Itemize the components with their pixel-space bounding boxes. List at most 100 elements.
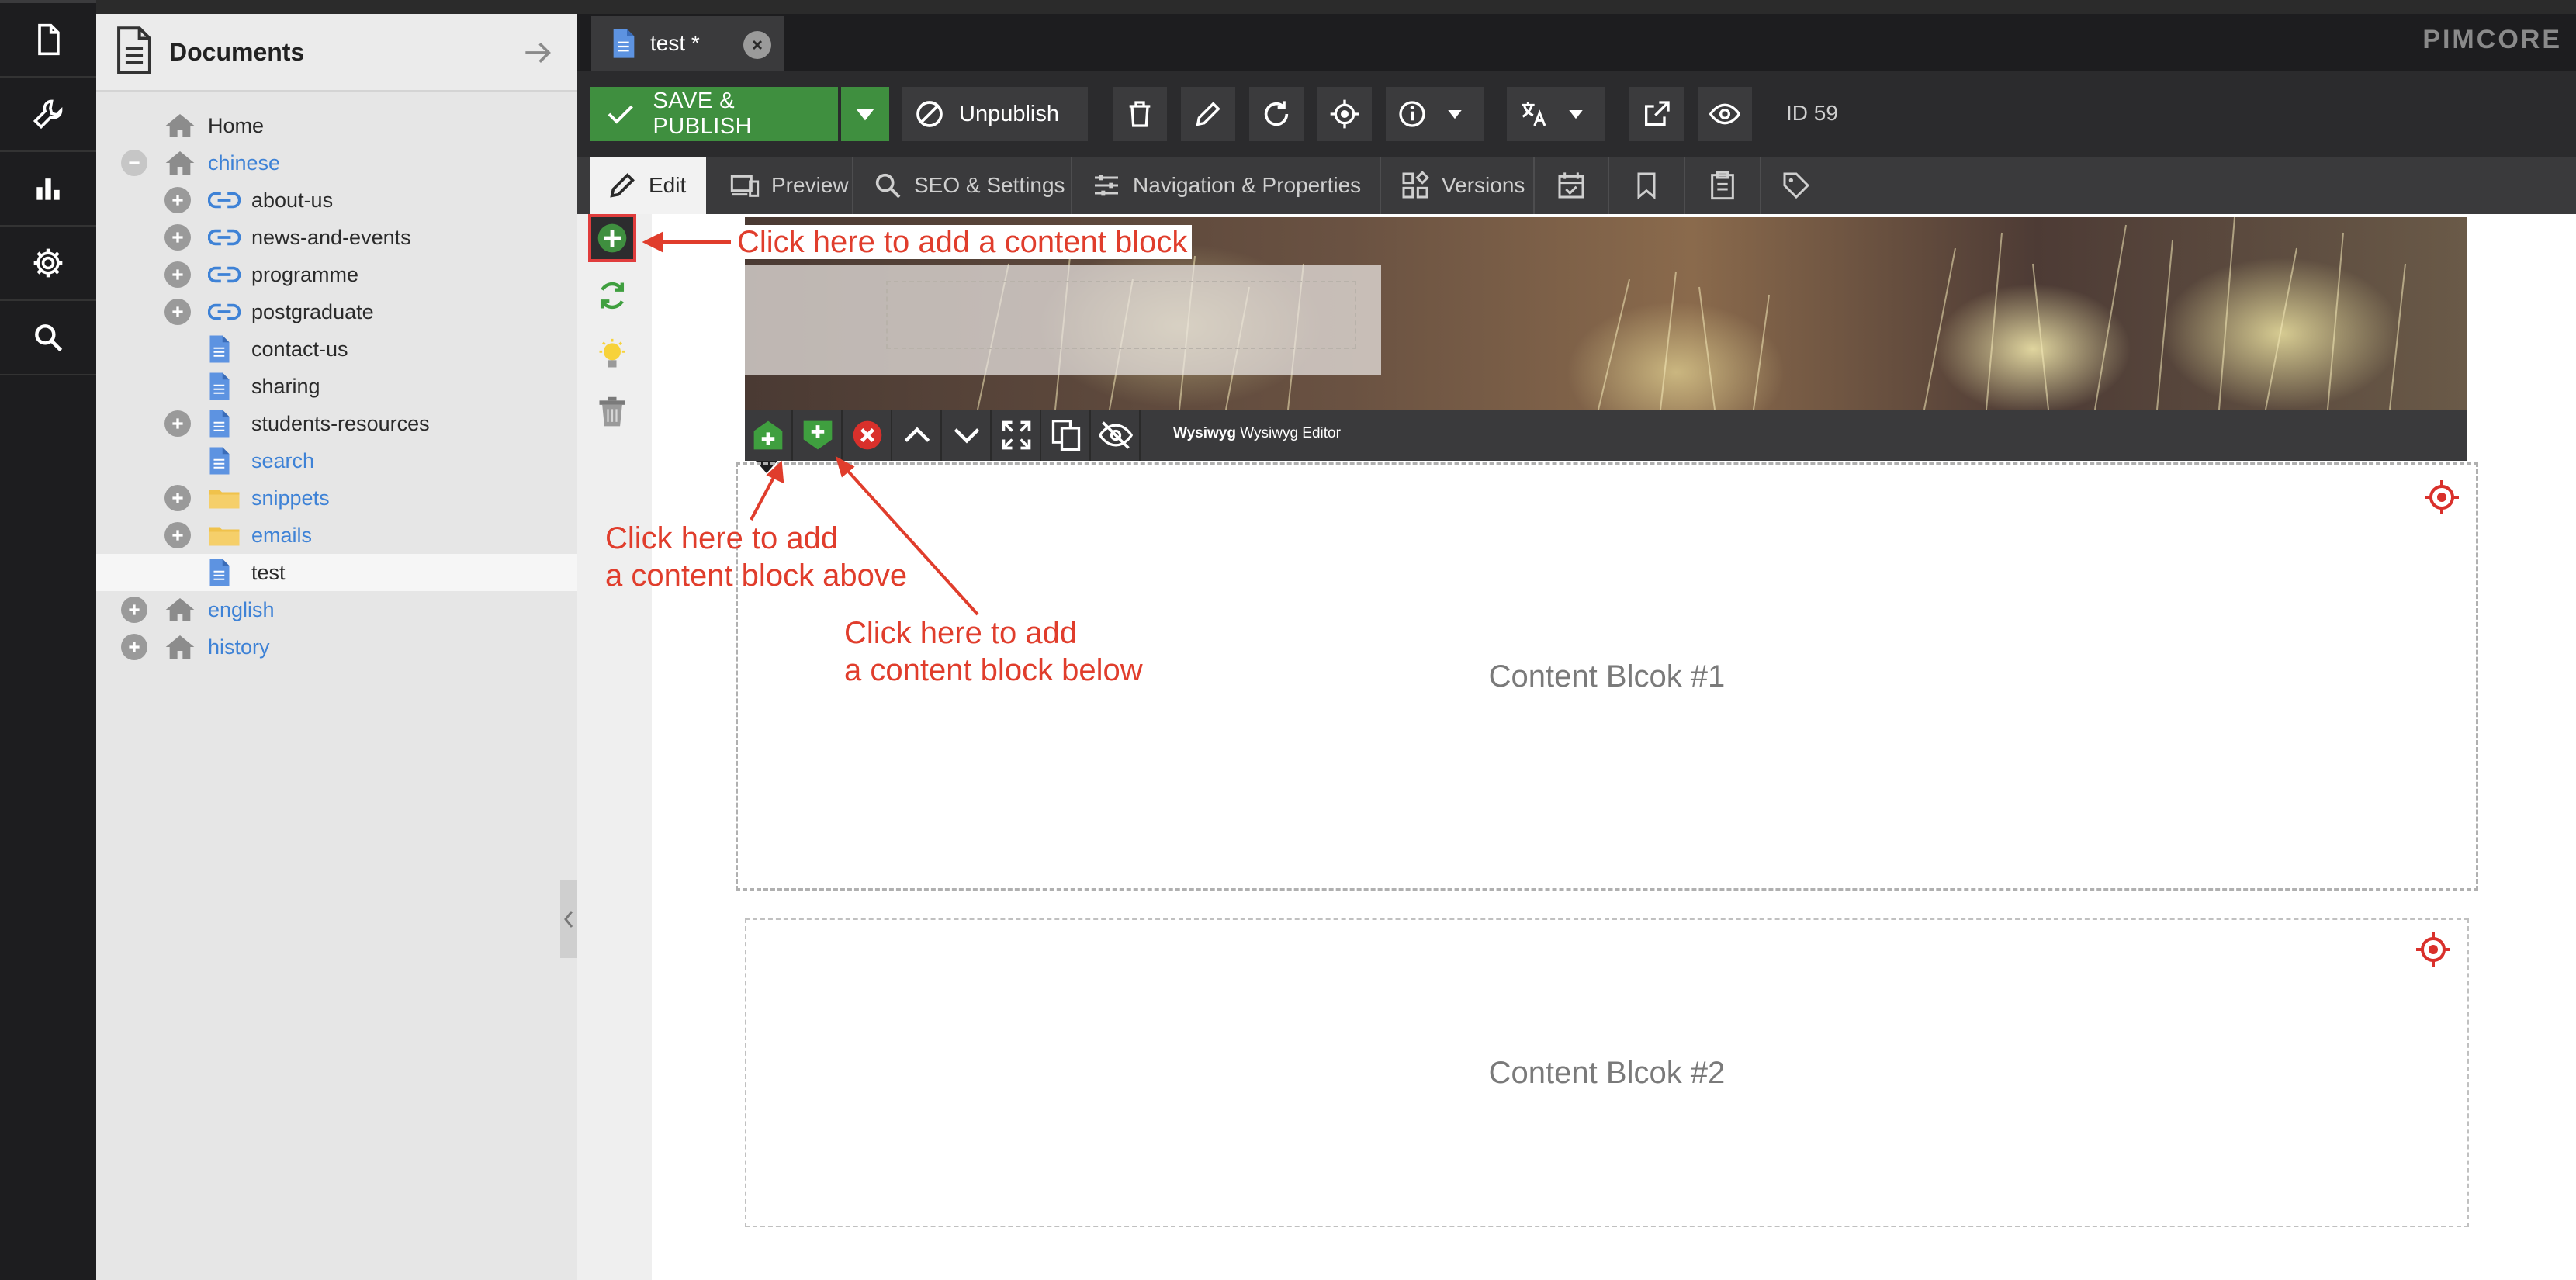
- document-toolbar: SAVE & PUBLISH Unpublish ID 59: [577, 71, 2576, 157]
- highlight-editables-button[interactable]: [588, 330, 636, 379]
- add-below-icon: [803, 420, 833, 450]
- target-icon[interactable]: [2423, 479, 2460, 516]
- hero-editable-placeholder[interactable]: [886, 281, 1356, 349]
- annotation-add-above: Click here to add a content block above: [605, 520, 907, 594]
- clear-cache-button[interactable]: [588, 388, 636, 436]
- move-block-down-button[interactable]: [943, 410, 992, 461]
- expand-icon[interactable]: [164, 261, 191, 288]
- expand-icon[interactable]: [164, 299, 191, 325]
- tree-item-english[interactable]: english: [96, 591, 577, 628]
- panel-splitter-handle[interactable]: [560, 880, 577, 958]
- expand-icon[interactable]: [164, 485, 191, 511]
- tab-notes[interactable]: [1685, 157, 1761, 214]
- tree-item-news-and-events[interactable]: news-and-events: [96, 219, 577, 256]
- tab-navigation-label: Navigation & Properties: [1133, 173, 1362, 197]
- tree-item-chinese[interactable]: chinese: [96, 144, 577, 182]
- tree-item-snippets[interactable]: snippets: [96, 479, 577, 517]
- tree-item-label: postgraduate: [251, 299, 374, 323]
- rename-button[interactable]: [1181, 87, 1235, 141]
- tree-item-emails[interactable]: emails: [96, 517, 577, 554]
- reports-menu-button[interactable]: [0, 152, 96, 227]
- tree-item-programme[interactable]: programme: [96, 256, 577, 293]
- add-content-block-button[interactable]: [588, 214, 636, 262]
- arrow-right-icon[interactable]: [523, 39, 554, 71]
- copy-block-button[interactable]: [1043, 410, 1091, 461]
- hide-block-button[interactable]: [1092, 410, 1141, 461]
- annotation-add-block: Click here to add a content block: [732, 223, 1193, 261]
- tree-item-sharing[interactable]: sharing: [96, 368, 577, 405]
- bookmark-icon: [1637, 172, 1656, 200]
- copy-icon: [1051, 420, 1081, 451]
- tree-item-search[interactable]: search: [96, 442, 577, 479]
- lightbulb-icon: [599, 338, 625, 368]
- content-block-2[interactable]: Content Blcok #2: [745, 918, 2469, 1227]
- tree-item-Home[interactable]: Home: [96, 107, 577, 144]
- tree-list: Home chinese about-us news-and-events progra…: [96, 107, 577, 666]
- tab-versions[interactable]: Versions: [1381, 157, 1535, 214]
- expand-icon[interactable]: [164, 522, 191, 548]
- documents-panel-icon: [113, 26, 155, 78]
- sliders-icon: [1095, 175, 1118, 196]
- tree-item-label: programme: [251, 262, 359, 286]
- tab-test[interactable]: test *: [591, 16, 784, 71]
- info-button[interactable]: [1386, 87, 1484, 141]
- documents-menu-button[interactable]: [0, 3, 96, 78]
- document-icon: [208, 372, 231, 401]
- tab-schedule[interactable]: [1535, 157, 1609, 214]
- search-menu-button[interactable]: [0, 301, 96, 375]
- fullscreen-button[interactable]: [993, 410, 1041, 461]
- tree-item-test[interactable]: test: [96, 554, 577, 591]
- settings-menu-button[interactable]: [0, 227, 96, 301]
- tab-edit[interactable]: Edit: [590, 157, 706, 214]
- pimcore-window: { "brand": "PIMCORE", "sidebar": { "titl…: [0, 0, 2576, 1280]
- show-in-tree-button[interactable]: [1317, 87, 1372, 141]
- remove-block-button[interactable]: [844, 410, 892, 461]
- open-in-new-window-button[interactable]: [1629, 87, 1684, 141]
- tree-item-students-resources[interactable]: students-resources: [96, 405, 577, 442]
- add-block-below-button[interactable]: [795, 410, 843, 461]
- expand-icon[interactable]: [164, 224, 191, 251]
- tab-edit-label: Edit: [649, 173, 687, 197]
- tools-menu-button[interactable]: [0, 78, 96, 152]
- tab-bookmark[interactable]: [1609, 157, 1685, 214]
- link-icon: [208, 301, 241, 323]
- annotation-add-below: Click here to add a content block below: [844, 614, 1143, 689]
- preview-button[interactable]: [1698, 87, 1752, 141]
- tab-seo-label: SEO & Settings: [914, 173, 1065, 197]
- translation-button[interactable]: [1507, 87, 1605, 141]
- save-options-dropdown[interactable]: [841, 87, 889, 141]
- expand-icon[interactable]: [121, 597, 147, 623]
- editable-type-name: Wysiwyg Editor: [1240, 425, 1341, 441]
- collapse-icon[interactable]: [121, 150, 147, 176]
- expand-icon[interactable]: [164, 187, 191, 213]
- delete-button[interactable]: [1113, 87, 1167, 141]
- tree-item-label: sharing: [251, 374, 320, 398]
- tree-item-about-us[interactable]: about-us: [96, 182, 577, 219]
- expand-icon: [1002, 420, 1031, 450]
- tab-navigation-properties[interactable]: Navigation & Properties: [1072, 157, 1381, 214]
- reload-button[interactable]: [1249, 87, 1304, 141]
- close-icon[interactable]: [743, 31, 771, 59]
- save-publish-button[interactable]: SAVE & PUBLISH: [590, 87, 838, 141]
- tab-seo-settings[interactable]: SEO & Settings: [853, 157, 1072, 214]
- tree-item-history[interactable]: history: [96, 628, 577, 666]
- tree-item-label: contact-us: [251, 337, 348, 361]
- eye-slash-icon: [1099, 421, 1133, 449]
- add-block-above-button[interactable]: [745, 410, 793, 461]
- move-block-up-button[interactable]: [894, 410, 942, 461]
- content-block-2-label: Content Blcok #2: [1488, 1055, 1726, 1090]
- tab-tags[interactable]: [1761, 157, 1831, 214]
- link-icon: [208, 227, 241, 248]
- expand-icon[interactable]: [121, 634, 147, 660]
- refresh-editables-button[interactable]: [588, 272, 636, 320]
- document-icon: [208, 334, 231, 364]
- tree-item-label: chinese: [208, 150, 281, 175]
- editable-type-label: Wysiwyg Wysiwyg Editor: [1173, 425, 1341, 442]
- tree-title: Documents: [169, 37, 305, 66]
- tab-preview[interactable]: Preview: [706, 157, 853, 214]
- unpublish-button[interactable]: Unpublish: [902, 87, 1088, 141]
- expand-icon[interactable]: [164, 410, 191, 437]
- target-icon[interactable]: [2415, 931, 2452, 968]
- tree-item-contact-us[interactable]: contact-us: [96, 330, 577, 368]
- tree-item-postgraduate[interactable]: postgraduate: [96, 293, 577, 330]
